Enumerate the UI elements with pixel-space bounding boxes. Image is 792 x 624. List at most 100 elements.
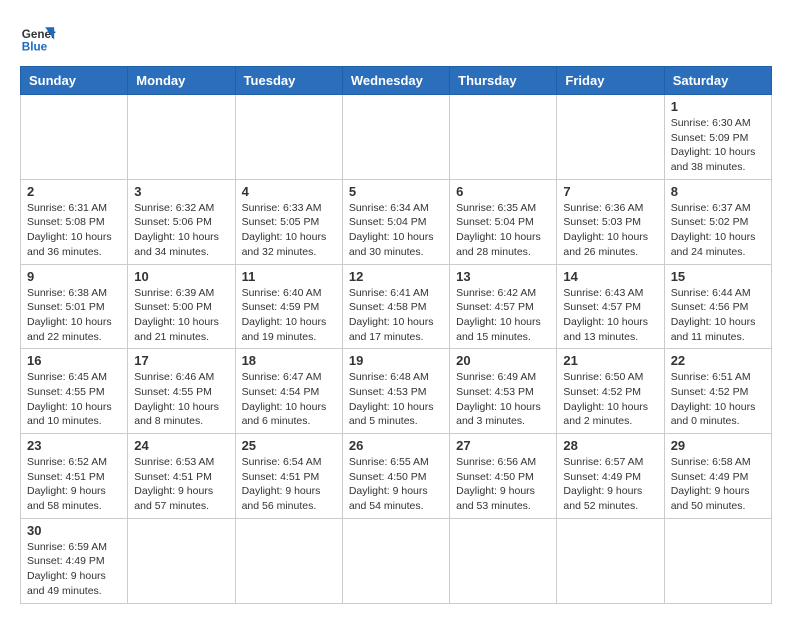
day-cell: 22 Sunrise: 6:51 AM Sunset: 4:52 PM Dayli… [664,349,771,434]
day-cell: 16 Sunrise: 6:45 AM Sunset: 4:55 PM Dayli… [21,349,128,434]
weekday-thursday: Thursday [450,67,557,95]
day-number: 2 [27,184,121,199]
day-info: Sunrise: 6:40 AM Sunset: 4:59 PM Dayligh… [242,286,336,345]
day-number: 14 [563,269,657,284]
day-info: Sunrise: 6:31 AM Sunset: 5:08 PM Dayligh… [27,201,121,260]
day-number: 27 [456,438,550,453]
day-number: 29 [671,438,765,453]
day-number: 20 [456,353,550,368]
day-info: Sunrise: 6:53 AM Sunset: 4:51 PM Dayligh… [134,455,228,514]
day-cell: 8 Sunrise: 6:37 AM Sunset: 5:02 PM Daylig… [664,179,771,264]
day-number: 11 [242,269,336,284]
day-info: Sunrise: 6:48 AM Sunset: 4:53 PM Dayligh… [349,370,443,429]
day-number: 21 [563,353,657,368]
day-cell: 18 Sunrise: 6:47 AM Sunset: 4:54 PM Dayli… [235,349,342,434]
day-info: Sunrise: 6:39 AM Sunset: 5:00 PM Dayligh… [134,286,228,345]
day-info: Sunrise: 6:44 AM Sunset: 4:56 PM Dayligh… [671,286,765,345]
day-cell: 5Sunrise: 6:34 AM Sunset: 5:04 PM Daylig… [342,179,449,264]
week-row-3: 16 Sunrise: 6:45 AM Sunset: 4:55 PM Dayli… [21,349,772,434]
day-cell: 9Sunrise: 6:38 AM Sunset: 5:01 PM Daylig… [21,264,128,349]
day-number: 3 [134,184,228,199]
day-cell: 4 Sunrise: 6:33 AM Sunset: 5:05 PM Daylig… [235,179,342,264]
day-number: 26 [349,438,443,453]
calendar-table: SundayMondayTuesdayWednesdayThursdayFrid… [20,66,772,604]
day-number: 12 [349,269,443,284]
weekday-header-row: SundayMondayTuesdayWednesdayThursdayFrid… [21,67,772,95]
day-cell: 20 Sunrise: 6:49 AM Sunset: 4:53 PM Dayli… [450,349,557,434]
day-cell: 7 Sunrise: 6:36 AM Sunset: 5:03 PM Daylig… [557,179,664,264]
day-info: Sunrise: 6:43 AM Sunset: 4:57 PM Dayligh… [563,286,657,345]
day-cell [450,518,557,603]
day-info: Sunrise: 6:33 AM Sunset: 5:05 PM Dayligh… [242,201,336,260]
day-info: Sunrise: 6:54 AM Sunset: 4:51 PM Dayligh… [242,455,336,514]
day-number: 10 [134,269,228,284]
header: General Blue [20,20,772,56]
day-info: Sunrise: 6:42 AM Sunset: 4:57 PM Dayligh… [456,286,550,345]
week-row-2: 9Sunrise: 6:38 AM Sunset: 5:01 PM Daylig… [21,264,772,349]
day-info: Sunrise: 6:47 AM Sunset: 4:54 PM Dayligh… [242,370,336,429]
logo: General Blue [20,20,56,56]
day-cell [128,518,235,603]
day-info: Sunrise: 6:46 AM Sunset: 4:55 PM Dayligh… [134,370,228,429]
day-info: Sunrise: 6:30 AM Sunset: 5:09 PM Dayligh… [671,116,765,175]
day-number: 22 [671,353,765,368]
day-cell: 19 Sunrise: 6:48 AM Sunset: 4:53 PM Dayli… [342,349,449,434]
day-info: Sunrise: 6:35 AM Sunset: 5:04 PM Dayligh… [456,201,550,260]
day-cell: 10 Sunrise: 6:39 AM Sunset: 5:00 PM Dayli… [128,264,235,349]
day-number: 15 [671,269,765,284]
day-number: 6 [456,184,550,199]
day-cell: 17Sunrise: 6:46 AM Sunset: 4:55 PM Dayli… [128,349,235,434]
weekday-wednesday: Wednesday [342,67,449,95]
logo-icon: General Blue [20,20,56,56]
day-cell: 23Sunrise: 6:52 AM Sunset: 4:51 PM Dayli… [21,434,128,519]
day-number: 25 [242,438,336,453]
day-cell: 30 Sunrise: 6:59 AM Sunset: 4:49 PM Dayli… [21,518,128,603]
day-info: Sunrise: 6:45 AM Sunset: 4:55 PM Dayligh… [27,370,121,429]
day-cell: 29 Sunrise: 6:58 AM Sunset: 4:49 PM Dayli… [664,434,771,519]
day-number: 7 [563,184,657,199]
day-number: 5 [349,184,443,199]
day-number: 9 [27,269,121,284]
day-cell: 2 Sunrise: 6:31 AM Sunset: 5:08 PM Daylig… [21,179,128,264]
day-cell: 1 Sunrise: 6:30 AM Sunset: 5:09 PM Daylig… [664,95,771,180]
day-info: Sunrise: 6:51 AM Sunset: 4:52 PM Dayligh… [671,370,765,429]
day-number: 30 [27,523,121,538]
day-number: 1 [671,99,765,114]
day-cell [342,518,449,603]
day-cell: 11 Sunrise: 6:40 AM Sunset: 4:59 PM Dayli… [235,264,342,349]
day-info: Sunrise: 6:59 AM Sunset: 4:49 PM Dayligh… [27,540,121,599]
day-cell [450,95,557,180]
day-number: 19 [349,353,443,368]
day-number: 24 [134,438,228,453]
day-cell [235,518,342,603]
day-info: Sunrise: 6:37 AM Sunset: 5:02 PM Dayligh… [671,201,765,260]
day-info: Sunrise: 6:58 AM Sunset: 4:49 PM Dayligh… [671,455,765,514]
day-cell [21,95,128,180]
day-cell [557,95,664,180]
day-info: Sunrise: 6:49 AM Sunset: 4:53 PM Dayligh… [456,370,550,429]
day-info: Sunrise: 6:41 AM Sunset: 4:58 PM Dayligh… [349,286,443,345]
weekday-friday: Friday [557,67,664,95]
weekday-saturday: Saturday [664,67,771,95]
day-info: Sunrise: 6:36 AM Sunset: 5:03 PM Dayligh… [563,201,657,260]
week-row-5: 30 Sunrise: 6:59 AM Sunset: 4:49 PM Dayli… [21,518,772,603]
day-cell: 28 Sunrise: 6:57 AM Sunset: 4:49 PM Dayli… [557,434,664,519]
day-cell [664,518,771,603]
day-cell: 25 Sunrise: 6:54 AM Sunset: 4:51 PM Dayli… [235,434,342,519]
day-number: 13 [456,269,550,284]
day-info: Sunrise: 6:52 AM Sunset: 4:51 PM Dayligh… [27,455,121,514]
week-row-0: 1 Sunrise: 6:30 AM Sunset: 5:09 PM Daylig… [21,95,772,180]
day-number: 28 [563,438,657,453]
day-number: 16 [27,353,121,368]
day-cell [557,518,664,603]
day-cell: 15 Sunrise: 6:44 AM Sunset: 4:56 PM Dayli… [664,264,771,349]
day-number: 8 [671,184,765,199]
day-number: 4 [242,184,336,199]
week-row-4: 23Sunrise: 6:52 AM Sunset: 4:51 PM Dayli… [21,434,772,519]
day-cell [128,95,235,180]
day-info: Sunrise: 6:57 AM Sunset: 4:49 PM Dayligh… [563,455,657,514]
day-number: 18 [242,353,336,368]
day-info: Sunrise: 6:55 AM Sunset: 4:50 PM Dayligh… [349,455,443,514]
day-cell: 12 Sunrise: 6:41 AM Sunset: 4:58 PM Dayli… [342,264,449,349]
week-row-1: 2 Sunrise: 6:31 AM Sunset: 5:08 PM Daylig… [21,179,772,264]
